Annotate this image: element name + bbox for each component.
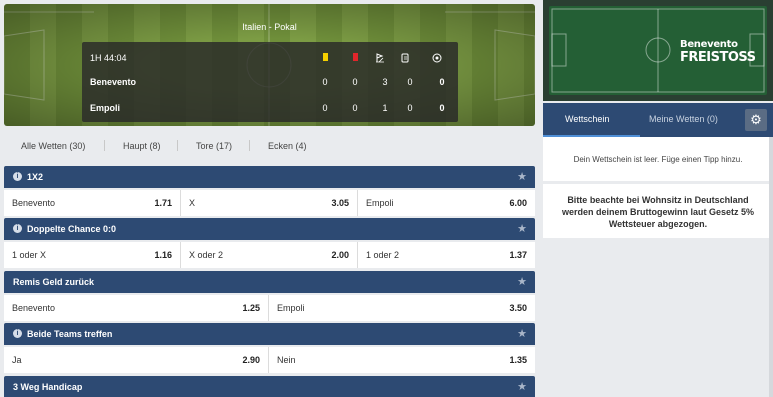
market-title: 1X2 xyxy=(27,172,44,182)
betslip-empty-message: Dein Wettschein ist leer. Füge einen Tip… xyxy=(543,137,773,181)
selection-odds: 3.05 xyxy=(331,198,349,208)
promo-title-line1: Benevento xyxy=(680,39,738,50)
stat-red: 0 xyxy=(352,77,358,87)
team-row-home: Benevento 0 0 3 0 0 xyxy=(82,70,458,94)
market-header-1x2[interactable]: i 1X2 ★ xyxy=(4,166,535,188)
sportsbook-page: Italien - Pokal 1H 44:04 Benevento 0 0 3… xyxy=(0,0,773,397)
selection-odds: 2.90 xyxy=(242,355,260,365)
market-header-both-teams-score[interactable]: i Beide Teams treffen ★ xyxy=(4,323,535,345)
stat-yellow: 0 xyxy=(322,77,328,87)
yellow-card-icon xyxy=(315,53,335,63)
market-title: Beide Teams treffen xyxy=(27,329,113,339)
selection-odds: 1.35 xyxy=(509,355,527,365)
tab-corners[interactable]: Ecken (4) xyxy=(268,141,307,151)
selection-name: Empoli xyxy=(366,198,394,208)
tab-divider xyxy=(104,140,105,151)
star-icon[interactable]: ★ xyxy=(517,327,527,340)
selection-name: 1 oder 2 xyxy=(366,250,400,260)
match-time: 1H 44:04 xyxy=(90,53,127,63)
odds-row: Benevento 1.71 X 3.05 Empoli 6.00 xyxy=(4,190,535,216)
selection-odds: 2.00 xyxy=(331,250,349,260)
odds-button[interactable]: X oder 2 2.00 xyxy=(181,242,358,268)
tax-notice: Bitte beachte bei Wohnsitz in Deutschlan… xyxy=(543,184,773,238)
market-header-draw-no-bet[interactable]: Remis Geld zurück ★ xyxy=(4,271,535,293)
stat-goals: 0 xyxy=(439,103,445,113)
info-icon[interactable]: i xyxy=(13,329,22,338)
team-name: Benevento xyxy=(90,77,137,87)
match-scoreboard: Italien - Pokal 1H 44:04 Benevento 0 0 3… xyxy=(4,4,535,126)
selection-name: Benevento xyxy=(12,303,56,313)
tab-my-bets[interactable]: Meine Wetten (0) xyxy=(649,114,718,124)
stat-subs: 0 xyxy=(407,77,413,87)
tab-main[interactable]: Haupt (8) xyxy=(123,141,161,151)
selection-name: Benevento xyxy=(12,198,56,208)
stat-red: 0 xyxy=(352,103,358,113)
star-icon[interactable]: ★ xyxy=(517,222,527,235)
odds-button[interactable]: Empoli 3.50 xyxy=(269,295,535,321)
scrollbar[interactable] xyxy=(769,137,773,397)
team-row-away: Empoli 0 0 1 0 0 xyxy=(82,96,458,120)
tab-divider xyxy=(249,140,250,151)
tab-betslip[interactable]: Wettschein xyxy=(565,114,609,124)
stat-subs: 0 xyxy=(407,103,413,113)
selection-name: 1 oder X xyxy=(12,250,47,260)
selection-name: Nein xyxy=(277,355,296,365)
market-title: Remis Geld zurück xyxy=(13,277,95,287)
odds-button[interactable]: 1 oder 2 1.37 xyxy=(358,242,535,268)
odds-button[interactable]: 1 oder X 1.16 xyxy=(4,242,181,268)
tab-divider xyxy=(177,140,178,151)
score-table: 1H 44:04 Benevento 0 0 3 0 0 Empoli 0 0 … xyxy=(82,42,458,122)
betslip-tabs: Wettschein Meine Wetten (0) ⚙ xyxy=(543,103,773,138)
odds-button[interactable]: Benevento 1.71 xyxy=(4,190,181,216)
team-name: Empoli xyxy=(90,103,121,113)
selection-odds: 1.71 xyxy=(154,198,172,208)
tab-goals[interactable]: Tore (17) xyxy=(196,141,232,151)
odds-button[interactable]: X 3.05 xyxy=(181,190,358,216)
stat-corners: 3 xyxy=(382,77,388,87)
odds-row: 1 oder X 1.16 X oder 2 2.00 1 oder 2 1.3… xyxy=(4,242,535,268)
odds-button[interactable]: Ja 2.90 xyxy=(4,347,269,373)
stat-yellow: 0 xyxy=(322,103,328,113)
promo-title-line2: FREISTOSS xyxy=(680,50,756,65)
stat-goals: 0 xyxy=(439,77,445,87)
red-card-icon xyxy=(345,53,365,63)
tab-all-bets[interactable]: Alle Wetten (30) xyxy=(21,141,85,151)
odds-row: Benevento 1.25 Empoli 3.50 xyxy=(4,295,535,321)
info-icon[interactable]: i xyxy=(13,224,22,233)
selection-name: Ja xyxy=(12,355,22,365)
promo-banner[interactable]: Benevento FREISTOSS xyxy=(543,0,773,101)
star-icon[interactable]: ★ xyxy=(517,275,527,288)
selection-odds: 1.37 xyxy=(509,250,527,260)
settings-gear-icon[interactable]: ⚙ xyxy=(745,109,767,131)
selection-odds: 3.50 xyxy=(509,303,527,313)
league-name: Italien - Pokal xyxy=(242,22,297,32)
stat-corners: 1 xyxy=(382,103,388,113)
market-title: 3 Weg Handicap xyxy=(13,382,83,392)
selection-name: X xyxy=(189,198,196,208)
market-header-double-chance[interactable]: i Doppelte Chance 0:0 ★ xyxy=(4,218,535,240)
selection-name: X oder 2 xyxy=(189,250,224,260)
info-icon[interactable]: i xyxy=(13,172,22,181)
star-icon[interactable]: ★ xyxy=(517,170,527,183)
odds-row: Ja 2.90 Nein 1.35 xyxy=(4,347,535,373)
selection-name: Empoli xyxy=(277,303,305,313)
odds-button[interactable]: Empoli 6.00 xyxy=(358,190,535,216)
star-icon[interactable]: ★ xyxy=(517,380,527,393)
odds-button[interactable]: Benevento 1.25 xyxy=(4,295,269,321)
market-filter-tabs: Alle Wetten (30) Haupt (8) Tore (17) Eck… xyxy=(4,137,535,157)
market-title: Doppelte Chance 0:0 xyxy=(27,224,117,234)
selection-odds: 6.00 xyxy=(509,198,527,208)
odds-button[interactable]: Nein 1.35 xyxy=(269,347,535,373)
score-header-row: 1H 44:04 xyxy=(82,46,458,70)
selection-odds: 1.25 xyxy=(242,303,260,313)
market-header-3-way-handicap[interactable]: 3 Weg Handicap ★ xyxy=(4,376,535,397)
selection-odds: 1.16 xyxy=(154,250,172,260)
